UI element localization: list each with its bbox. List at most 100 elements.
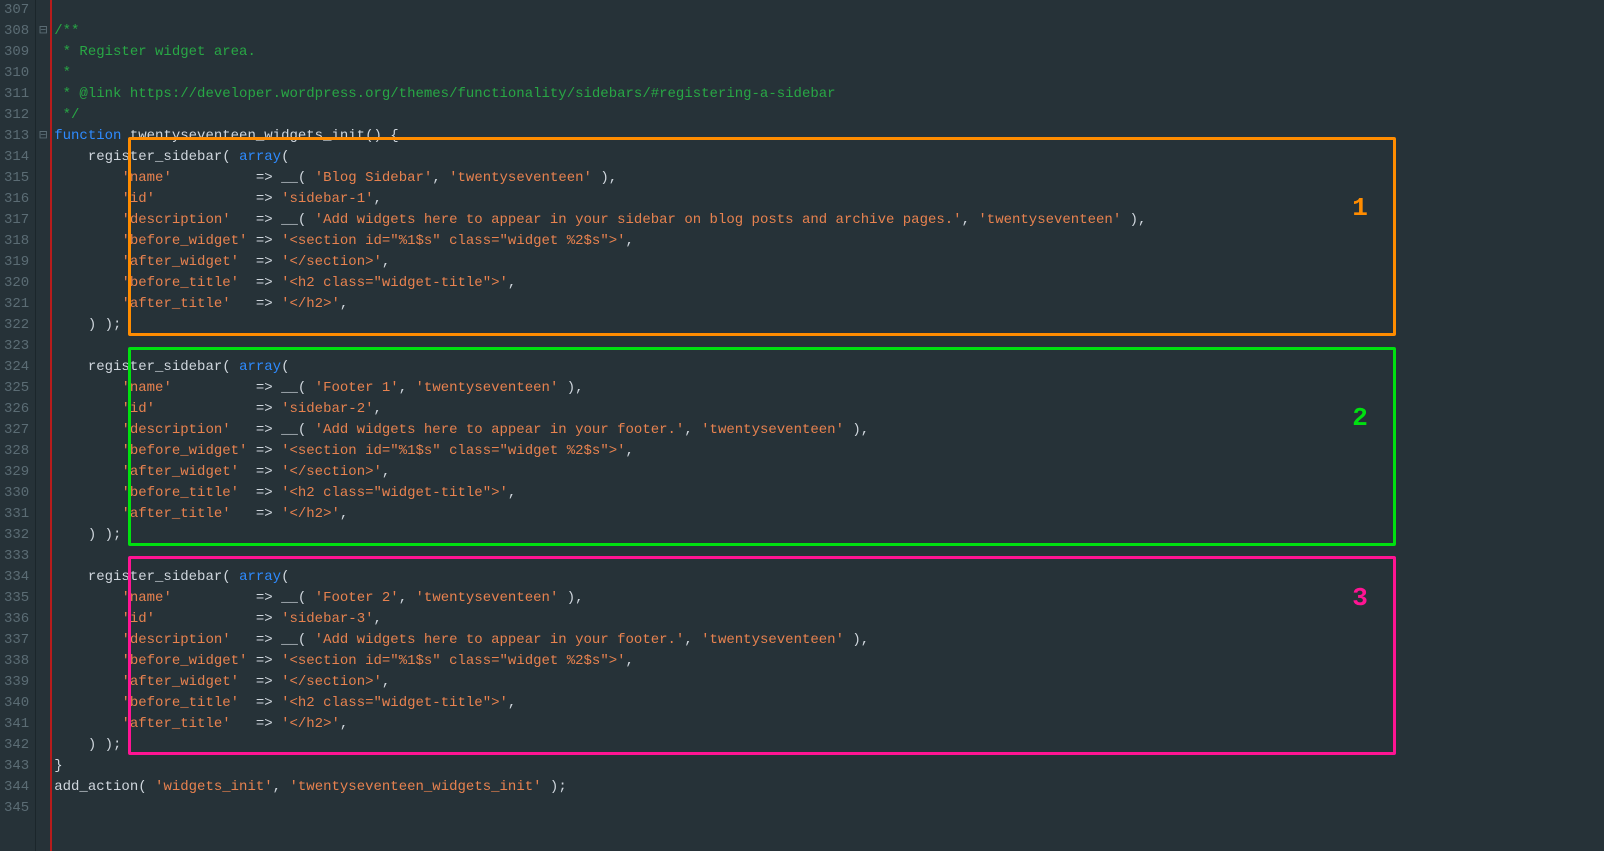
code-line[interactable]: register_sidebar( array( (54, 567, 1604, 588)
line-number: 307 (4, 0, 29, 21)
fold-marker (36, 273, 50, 294)
code-line[interactable]: * (54, 63, 1604, 84)
code-line[interactable]: * Register widget area. (54, 42, 1604, 63)
code-line[interactable] (54, 798, 1604, 819)
code-line[interactable]: 'description' => __( 'Add widgets here t… (54, 420, 1604, 441)
code-token: '<h2 class="widget-title">' (281, 695, 508, 711)
code-token: => (239, 464, 281, 480)
code-line[interactable]: 'name' => __( 'Blog Sidebar', 'twentysev… (54, 168, 1604, 189)
line-number: 318 (4, 231, 29, 252)
line-number: 337 (4, 630, 29, 651)
code-token: => __( (231, 422, 315, 438)
fold-marker (36, 609, 50, 630)
line-number: 323 (4, 336, 29, 357)
code-line[interactable]: function twentyseventeen_widgets_init() … (54, 126, 1604, 147)
code-token: 'before_widget' (121, 443, 247, 459)
code-line[interactable] (54, 336, 1604, 357)
code-token (54, 212, 121, 228)
fold-marker (36, 714, 50, 735)
code-token: 'twentyseventeen' (449, 170, 592, 186)
line-number: 342 (4, 735, 29, 756)
code-token: '</h2>' (281, 506, 340, 522)
code-token: /** (54, 23, 79, 39)
code-token: ) ); (54, 527, 121, 543)
code-token: => __( (231, 212, 315, 228)
code-line[interactable]: 'after_widget' => '</section>', (54, 672, 1604, 693)
code-line[interactable]: * @link https://developer.wordpress.org/… (54, 84, 1604, 105)
code-line[interactable]: /** (54, 21, 1604, 42)
code-line[interactable]: 'before_widget' => '<section id="%1$s" c… (54, 651, 1604, 672)
code-token: => (239, 254, 281, 270)
code-line[interactable]: 'id' => 'sidebar-1', (54, 189, 1604, 210)
code-line[interactable]: 'before_title' => '<h2 class="widget-tit… (54, 693, 1604, 714)
code-token (54, 653, 121, 669)
code-line[interactable] (54, 0, 1604, 21)
code-token: 'id' (121, 191, 155, 207)
code-line[interactable]: */ (54, 105, 1604, 126)
fold-marker[interactable]: ⊟ (36, 21, 50, 42)
code-token (54, 254, 121, 270)
code-line[interactable]: register_sidebar( array( (54, 147, 1604, 168)
code-token: ), (558, 590, 583, 606)
code-line[interactable]: 'after_title' => '</h2>', (54, 294, 1604, 315)
code-token: '<section id="%1$s" class="widget %2$s">… (281, 443, 625, 459)
code-editor[interactable]: 3073083093103113123133143153163173183193… (0, 0, 1604, 851)
code-token: => (155, 191, 281, 207)
code-token: } (54, 758, 62, 774)
code-token: 'twentyseventeen' (416, 380, 559, 396)
code-line[interactable]: register_sidebar( array( (54, 357, 1604, 378)
code-line[interactable]: 'after_widget' => '</section>', (54, 252, 1604, 273)
fold-marker (36, 630, 50, 651)
code-line[interactable]: 'after_widget' => '</section>', (54, 462, 1604, 483)
code-token: register_sidebar( (54, 149, 239, 165)
code-token (54, 401, 121, 417)
code-line[interactable]: 'before_title' => '<h2 class="widget-tit… (54, 483, 1604, 504)
code-line[interactable]: ) ); (54, 735, 1604, 756)
fold-marker (36, 588, 50, 609)
code-line[interactable]: 'after_title' => '</h2>', (54, 504, 1604, 525)
fold-marker (36, 483, 50, 504)
fold-marker (36, 231, 50, 252)
code-token: register_sidebar( (54, 359, 239, 375)
code-line[interactable]: } (54, 756, 1604, 777)
code-token: 'name' (121, 170, 171, 186)
code-line[interactable]: ) ); (54, 315, 1604, 336)
line-number: 322 (4, 315, 29, 336)
code-token: 'Add widgets here to appear in your side… (315, 212, 962, 228)
line-number: 338 (4, 651, 29, 672)
code-token: 'after_widget' (121, 254, 239, 270)
code-token: 'twentyseventeen' (416, 590, 559, 606)
fold-marker (36, 504, 50, 525)
line-number: 336 (4, 609, 29, 630)
line-number: 326 (4, 399, 29, 420)
code-line[interactable]: ) ); (54, 525, 1604, 546)
code-token: => (231, 716, 281, 732)
code-token: * Register widget area. (54, 44, 256, 60)
code-line[interactable]: 'description' => __( 'Add widgets here t… (54, 210, 1604, 231)
code-token: , (340, 506, 348, 522)
code-area[interactable]: /** * Register widget area. * * @link ht… (52, 0, 1604, 851)
code-line[interactable]: 'before_widget' => '<section id="%1$s" c… (54, 231, 1604, 252)
code-line[interactable]: 'name' => __( 'Footer 2', 'twentysevente… (54, 588, 1604, 609)
code-line[interactable]: add_action( 'widgets_init', 'twentyseven… (54, 777, 1604, 798)
code-token: => (239, 695, 281, 711)
code-line[interactable]: 'id' => 'sidebar-3', (54, 609, 1604, 630)
code-token: ), (558, 380, 583, 396)
fold-marker[interactable]: ⊟ (36, 126, 50, 147)
fold-column[interactable]: ⊟⊟ (36, 0, 50, 851)
code-line[interactable]: 'before_title' => '<h2 class="widget-tit… (54, 273, 1604, 294)
code-token (54, 485, 121, 501)
line-number: 328 (4, 441, 29, 462)
code-token (54, 170, 121, 186)
code-line[interactable]: 'id' => 'sidebar-2', (54, 399, 1604, 420)
line-number: 331 (4, 504, 29, 525)
code-line[interactable]: 'description' => __( 'Add widgets here t… (54, 630, 1604, 651)
code-line[interactable]: 'after_title' => '</h2>', (54, 714, 1604, 735)
code-line[interactable]: 'before_widget' => '<section id="%1$s" c… (54, 441, 1604, 462)
code-token: 'Add widgets here to appear in your foot… (315, 632, 685, 648)
code-token (54, 296, 121, 312)
code-token (54, 611, 121, 627)
code-line[interactable]: 'name' => __( 'Footer 1', 'twentysevente… (54, 378, 1604, 399)
code-token: , (374, 191, 382, 207)
code-line[interactable] (54, 546, 1604, 567)
